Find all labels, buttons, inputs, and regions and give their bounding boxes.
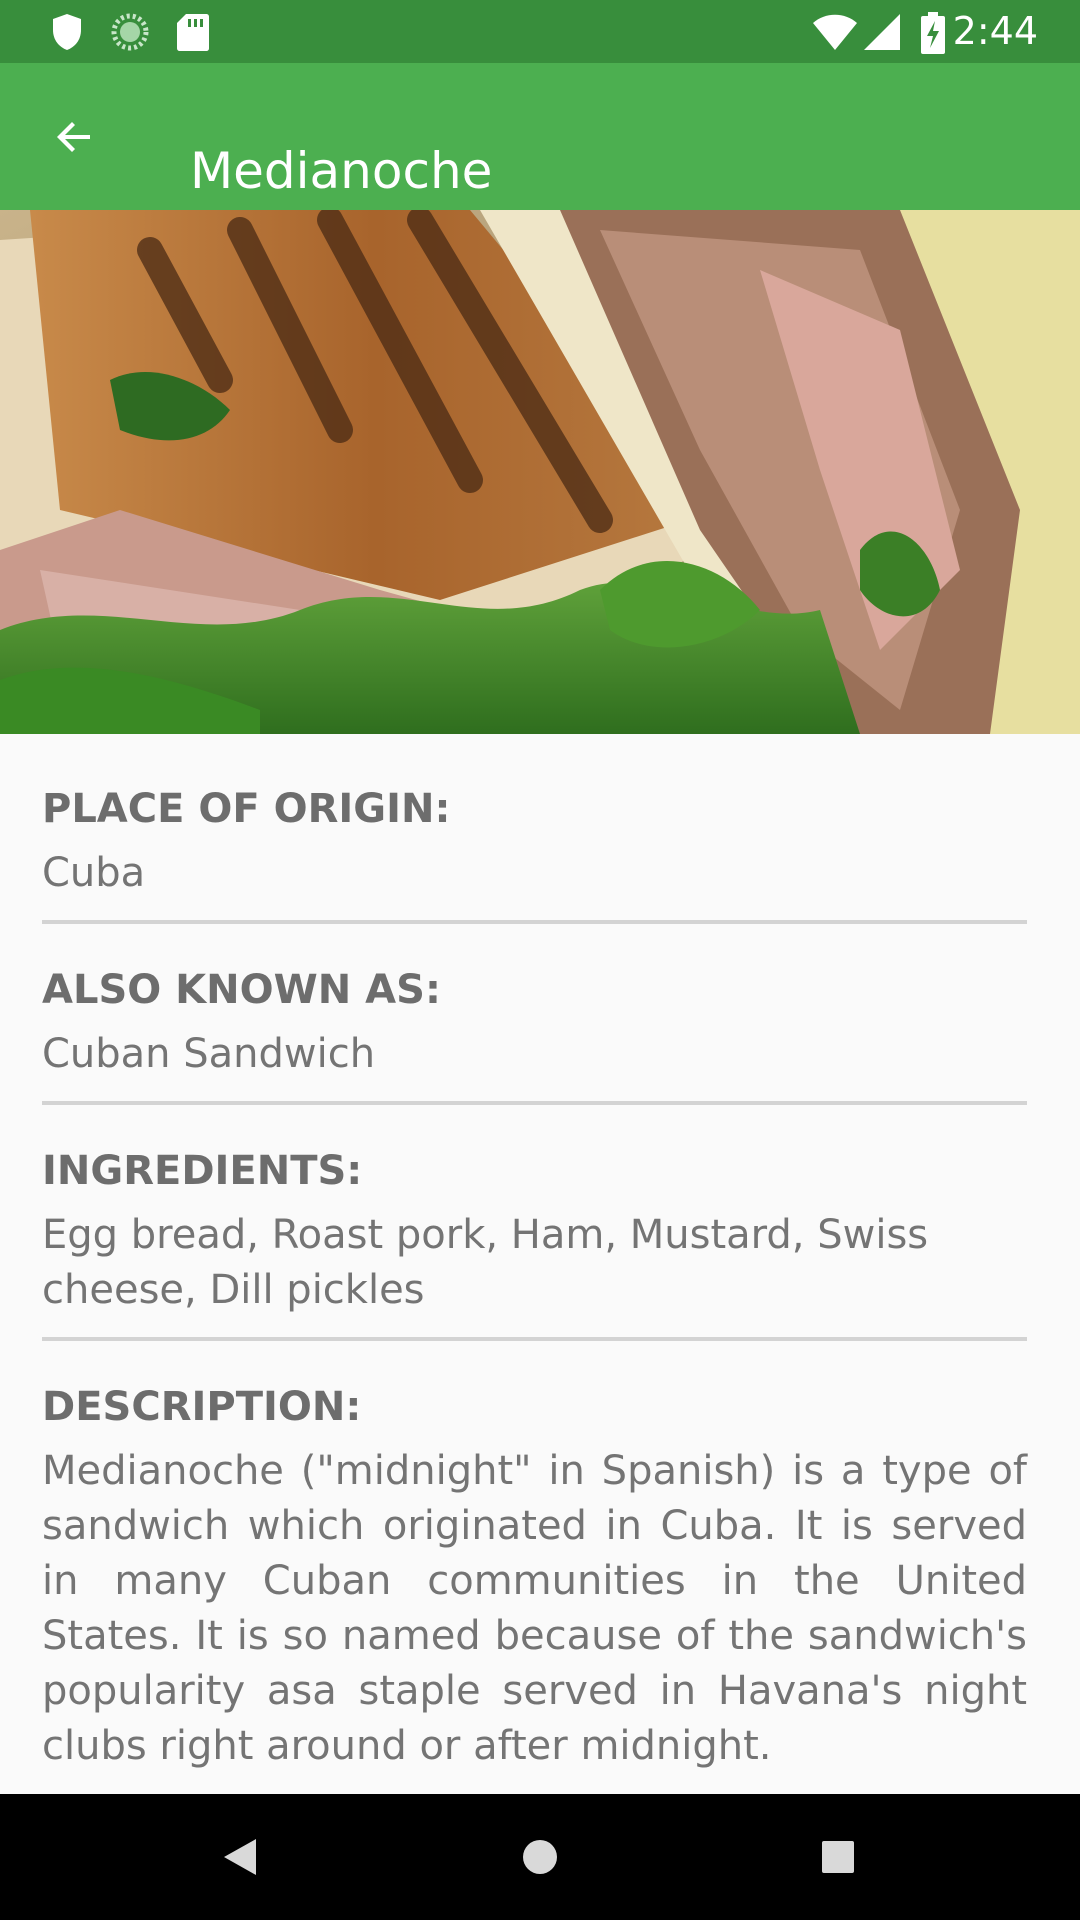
app-bar: Medianoche (0, 63, 1080, 210)
origin-label: PLACE OF ORIGIN: (42, 786, 451, 832)
nav-home-button[interactable] (510, 1827, 570, 1887)
nav-home-icon (523, 1840, 557, 1874)
description-label: DESCRIPTION: (42, 1384, 362, 1430)
sync-icon (110, 12, 150, 57)
nav-recents-icon (822, 1841, 854, 1873)
arrow-back-icon (57, 122, 90, 152)
nav-back-icon (224, 1839, 256, 1875)
description-value: Medianoche ("midnight" in Spanish) is a … (42, 1448, 1027, 1769)
sd-card-icon (176, 12, 210, 57)
details-content: PLACE OF ORIGIN: Cuba ALSO KNOWN AS: Cub… (42, 734, 1027, 1774)
battery-charging-icon (920, 12, 946, 59)
nav-recents-button[interactable] (808, 1827, 868, 1887)
back-button[interactable] (38, 101, 110, 173)
sandwich-photo (0, 210, 1080, 734)
page-title: Medianoche (190, 141, 493, 200)
status-time: 2:44 (952, 9, 1038, 53)
ingredients-section: INGREDIENTS: Egg bread, Roast pork, Ham,… (42, 1105, 1027, 1337)
navigation-bar (0, 1794, 1080, 1920)
aka-label: ALSO KNOWN AS: (42, 967, 441, 1013)
signal-icon (862, 12, 902, 57)
description-section: DESCRIPTION: Medianoche ("midnight" in S… (42, 1341, 1027, 1774)
ingredients-label: INGREDIENTS: (42, 1148, 363, 1194)
origin-value: Cuba (42, 850, 146, 896)
ingredients-value: Egg bread, Roast pork, Ham, Mustard, Swi… (42, 1212, 929, 1313)
nav-back-button[interactable] (210, 1827, 270, 1887)
wifi-icon (812, 12, 858, 57)
aka-value: Cuban Sandwich (42, 1031, 376, 1077)
screen: 2:44 Medianoche PLACE OF ORIGIN: Cuba AL… (0, 0, 1080, 1920)
origin-section: PLACE OF ORIGIN: Cuba (42, 734, 1027, 920)
shield-icon (50, 12, 84, 57)
aka-section: ALSO KNOWN AS: Cuban Sandwich (42, 924, 1027, 1101)
status-bar: 2:44 (0, 0, 1080, 63)
